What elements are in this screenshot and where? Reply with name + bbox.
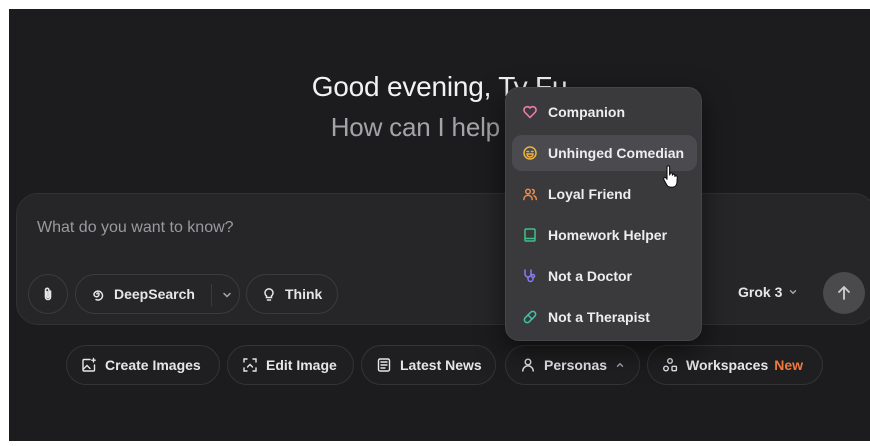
image-sparkle-icon (82, 357, 96, 372)
deepsearch-button[interactable]: DeepSearch (75, 274, 240, 314)
deepsearch-spiral-icon (93, 290, 104, 301)
personas-label: Personas (544, 357, 608, 373)
edit-image-label: Edit Image (266, 357, 337, 373)
help-subtitle: How can I help you (330, 112, 549, 142)
persona-label: Unhinged Comedian (548, 145, 685, 161)
workspaces-label: Workspaces (686, 357, 769, 373)
think-button[interactable]: Think (246, 274, 338, 314)
deepsearch-divider (211, 284, 212, 306)
persona-label: Loyal Friend (548, 186, 632, 202)
app-window: Good evening, Ty Fu How can I help you D… (9, 9, 870, 441)
edit-image-icon (243, 358, 257, 372)
personas-menu: Companion Unhinged Comedian Loyal Friend (505, 87, 702, 341)
persona-label: Not a Doctor (548, 268, 632, 284)
create-images-label: Create Images (105, 357, 201, 373)
book-icon (524, 228, 536, 242)
laughing-face-icon (523, 146, 537, 160)
think-label: Think (285, 286, 323, 302)
create-images-button[interactable]: Create Images (66, 345, 220, 385)
latest-news-label: Latest News (400, 357, 482, 373)
model-label: Grok 3 (738, 284, 783, 300)
pill-icon (523, 310, 537, 324)
persona-label: Not a Therapist (548, 309, 650, 325)
paperclip-icon (44, 287, 52, 301)
personas-button[interactable]: Personas (505, 345, 640, 385)
model-selector[interactable]: Grok 3 (738, 284, 798, 300)
persona-item-companion[interactable]: Companion (512, 94, 697, 130)
chevron-up-icon (616, 362, 624, 367)
persona-label: Homework Helper (548, 227, 668, 243)
hand-pointer-icon (663, 165, 678, 188)
stethoscope-icon (524, 269, 536, 283)
persona-item-homework-helper[interactable]: Homework Helper (512, 217, 697, 253)
chevron-down-icon (790, 290, 797, 295)
users-icon (523, 188, 538, 201)
send-button[interactable] (823, 272, 865, 314)
edit-image-button[interactable]: Edit Image (227, 345, 354, 385)
workspaces-icon (663, 358, 678, 372)
new-badge: New (774, 357, 804, 373)
person-icon (522, 358, 534, 372)
persona-item-not-a-doctor[interactable]: Not a Doctor (512, 258, 697, 294)
chevron-down-icon[interactable] (221, 289, 233, 301)
arrow-up-icon (838, 286, 850, 300)
attach-button[interactable] (28, 274, 68, 314)
deepsearch-label: DeepSearch (114, 286, 195, 302)
newspaper-icon (377, 358, 391, 372)
persona-item-not-a-therapist[interactable]: Not a Therapist (512, 299, 697, 335)
persona-label: Companion (548, 104, 625, 120)
greeting-heading: Good evening, Ty Fu (311, 71, 568, 102)
latest-news-button[interactable]: Latest News (361, 345, 496, 385)
heart-icon (523, 105, 537, 119)
lightbulb-icon (264, 288, 274, 301)
composer: DeepSearch Think Grok 3 (16, 193, 870, 325)
workspaces-button[interactable]: Workspaces New (647, 345, 823, 385)
